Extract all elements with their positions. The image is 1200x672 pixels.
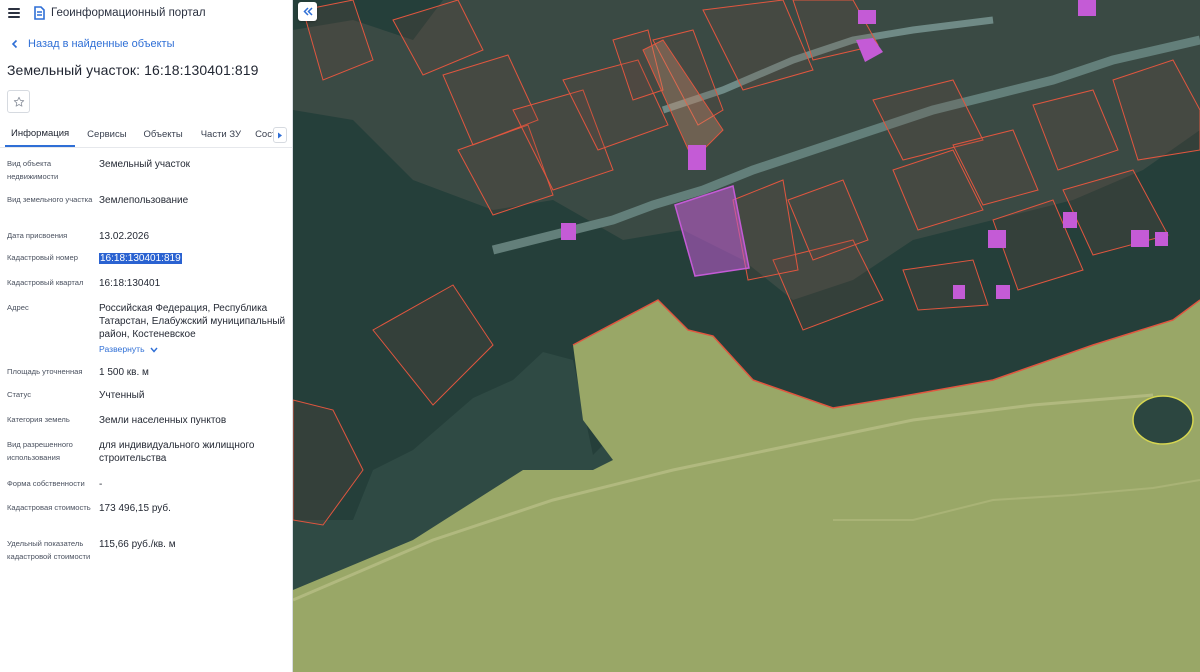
back-link[interactable]: Назад в найденные объекты <box>0 36 292 52</box>
tab-objects[interactable]: Объекты <box>138 122 189 147</box>
property-value: 16:18:130401 <box>99 278 161 289</box>
double-chevron-left-icon <box>302 7 313 16</box>
address-text: Российская Федерация, Республика Татарст… <box>99 303 286 340</box>
info-panel: Геоинформационный портал Назад в найденн… <box>0 0 293 672</box>
map-view[interactable] <box>293 0 1200 672</box>
satellite-map[interactable] <box>293 0 1200 672</box>
star-icon <box>13 96 24 107</box>
property-label: Адрес <box>7 303 29 312</box>
property-value: Земельный участок <box>99 159 191 170</box>
property-value: Российская Федерация, Республика Татарст… <box>99 302 287 356</box>
tabs-scroll-button[interactable] <box>273 127 287 143</box>
expand-label[interactable]: Развернуть <box>99 343 145 356</box>
property-value: Земли населенных пунктов <box>99 415 227 426</box>
property-label: Вид объекта недвижимости <box>7 159 59 181</box>
property-label: Дата присвоения <box>7 231 68 240</box>
pond-area <box>1132 395 1194 445</box>
page-title: Земельный участок: 16:18:130401:819 <box>7 62 259 78</box>
property-label: Кадастровый номер <box>7 253 78 262</box>
property-value: для индивидуального жилищного строительс… <box>99 440 255 464</box>
app-title: Геоинформационный портал <box>51 6 206 19</box>
property-value: 115,66 руб./кв. м <box>99 539 176 550</box>
property-label: Кадастровая стоимость <box>7 503 91 512</box>
property-label: Вид разрешенного использования <box>7 440 73 462</box>
property-value: 13.02.2026 <box>99 231 150 242</box>
property-value: 16:18:130401:819 <box>99 252 287 265</box>
property-value: Землепользование <box>99 195 189 206</box>
tab-parts[interactable]: Части ЗУ <box>195 122 247 147</box>
property-label: Категория земель <box>7 415 70 424</box>
chevron-left-icon <box>11 39 18 49</box>
property-value: 173 496,15 руб. <box>99 503 171 514</box>
property-label: Вид земельного участка <box>7 195 93 204</box>
top-bar: Геоинформационный портал <box>0 0 292 25</box>
portal-logo-icon <box>34 5 45 20</box>
chevron-right-icon <box>278 132 282 138</box>
property-label: Форма собственности <box>7 479 85 488</box>
property-value: - <box>99 479 103 490</box>
property-label: Кадастровый квартал <box>7 278 84 287</box>
property-label: Статус <box>7 390 32 399</box>
hamburger-icon[interactable] <box>8 7 20 18</box>
expand-address-link[interactable]: Развернуть <box>99 343 158 356</box>
collapse-panel-button[interactable] <box>298 2 317 21</box>
property-label: Площадь уточненная <box>7 367 83 376</box>
tab-services[interactable]: Сервисы <box>81 122 132 147</box>
property-value: 1 500 кв. м <box>99 367 149 378</box>
property-label: Удельный показатель кадастровой стоимост… <box>7 539 91 561</box>
cadastral-number-selected[interactable]: 16:18:130401:819 <box>99 253 182 264</box>
property-value: Учтенный <box>99 390 145 401</box>
tab-information[interactable]: Информация <box>5 122 76 147</box>
back-label[interactable]: Назад в найденные объекты <box>28 38 175 50</box>
favorite-button[interactable] <box>7 90 30 113</box>
tab-bar: Информация Сервисы Объекты Части ЗУ Сост… <box>0 122 292 148</box>
chevron-down-icon <box>150 347 158 353</box>
